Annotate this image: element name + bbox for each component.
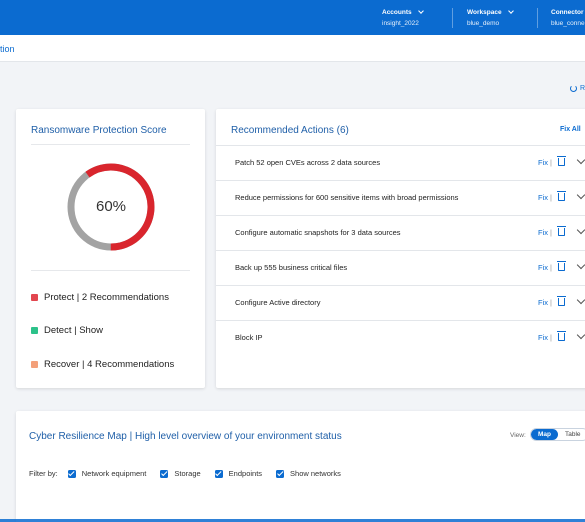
filter-text: Network equipment bbox=[81, 469, 147, 478]
actions-list: Patch 52 open CVEs across 2 data sources… bbox=[216, 145, 585, 355]
chevron-down-icon[interactable] bbox=[576, 190, 585, 200]
legend-protect[interactable]: Protect | 2 Recommendations bbox=[31, 292, 169, 303]
fix-label[interactable]: Fix bbox=[538, 158, 548, 167]
divider bbox=[31, 144, 190, 145]
cyber-resilience-map-card: Cyber Resilience Map | High level overvi… bbox=[16, 411, 585, 522]
checkbox-checked-icon[interactable] bbox=[160, 469, 169, 478]
header-divider bbox=[452, 8, 453, 28]
chevron-down-icon[interactable] bbox=[576, 225, 585, 235]
action-text: Back up 555 business critical files bbox=[235, 263, 348, 272]
protect-color-swatch bbox=[31, 294, 38, 301]
view-map-button[interactable]: Map bbox=[531, 429, 558, 440]
divider bbox=[31, 270, 190, 271]
trash-icon[interactable] bbox=[557, 156, 566, 166]
separator: | bbox=[550, 298, 552, 307]
trash-icon[interactable] bbox=[557, 226, 566, 236]
fix-all-button[interactable]: Fix All bbox=[560, 126, 581, 133]
filter-text: Show networks bbox=[290, 469, 341, 478]
action-row[interactable]: Configure Active directory Fix | bbox=[216, 285, 585, 320]
trash-icon[interactable] bbox=[557, 191, 566, 201]
view-toggle[interactable]: Map Table bbox=[530, 428, 585, 441]
actions-card-title: Recommended Actions (6) bbox=[231, 125, 349, 136]
view-label: View: bbox=[510, 432, 526, 439]
fix-label[interactable]: Fix bbox=[538, 333, 548, 342]
action-row[interactable]: Block IP Fix | bbox=[216, 320, 585, 355]
legend-recover[interactable]: Recover | 4 Recommendations bbox=[31, 359, 174, 370]
chevron-down-icon[interactable] bbox=[576, 295, 585, 305]
chevron-down-icon bbox=[507, 8, 514, 14]
map-card-title: Cyber Resilience Map | High level overvi… bbox=[29, 431, 342, 442]
fix-label[interactable]: Fix bbox=[538, 193, 548, 202]
workspace-label: Workspace bbox=[467, 9, 502, 16]
fix-link[interactable]: Fix | bbox=[538, 333, 554, 342]
filter-storage[interactable]: Storage bbox=[160, 469, 201, 478]
action-text: Patch 52 open CVEs across 2 data sources bbox=[235, 158, 381, 167]
fix-link[interactable]: Fix | bbox=[538, 158, 554, 167]
action-row[interactable]: Reduce permissions for 600 sensitive ite… bbox=[216, 180, 585, 215]
trash-icon[interactable] bbox=[557, 331, 566, 341]
action-text: Reduce permissions for 600 sensitive ite… bbox=[235, 193, 459, 202]
action-row[interactable]: Back up 555 business critical files Fix | bbox=[216, 250, 585, 285]
checkbox-checked-icon[interactable] bbox=[214, 469, 223, 478]
fix-label[interactable]: Fix bbox=[538, 228, 548, 237]
accounts-value: insight_2022 bbox=[382, 20, 419, 27]
fix-link[interactable]: Fix | bbox=[538, 298, 554, 307]
connector-label: Connector bbox=[551, 9, 584, 16]
view-table-button[interactable]: Table bbox=[558, 429, 585, 440]
score-percent: 60% bbox=[95, 198, 127, 215]
filter-network-equipment[interactable]: Network equipment bbox=[67, 469, 147, 478]
score-card-title: Ransomware Protection Score bbox=[31, 125, 167, 136]
separator: | bbox=[550, 158, 552, 167]
top-header-bar: Accounts insight_2022 Workspace blue_dem… bbox=[0, 0, 585, 35]
ransomware-score-card: Ransomware Protection Score 60% Protect … bbox=[16, 109, 205, 388]
fix-label[interactable]: Fix bbox=[538, 263, 548, 272]
checkbox-checked-icon[interactable] bbox=[276, 469, 285, 478]
breadcrumb[interactable]: tion bbox=[0, 44, 15, 54]
legend-detect[interactable]: Detect | Show bbox=[31, 325, 103, 336]
chevron-down-icon[interactable] bbox=[576, 260, 585, 270]
refresh-icon bbox=[569, 85, 577, 92]
header-divider bbox=[537, 8, 538, 28]
fix-link[interactable]: Fix | bbox=[538, 193, 554, 202]
recover-color-swatch bbox=[31, 361, 38, 368]
refresh-button[interactable]: R bbox=[569, 85, 585, 92]
chevron-down-icon bbox=[417, 8, 424, 14]
filter-text: Storage bbox=[174, 469, 201, 478]
detect-color-swatch bbox=[31, 327, 38, 334]
accounts-selector[interactable]: Accounts insight_2022 bbox=[382, 7, 424, 29]
separator: | bbox=[550, 228, 552, 237]
fix-link[interactable]: Fix | bbox=[538, 263, 554, 272]
filter-label: Filter by: bbox=[29, 469, 58, 478]
action-row[interactable]: Configure automatic snapshots for 3 data… bbox=[216, 215, 585, 250]
workspace-value: blue_demo bbox=[467, 20, 500, 27]
legend-label: Detect | Show bbox=[44, 325, 103, 336]
legend-label: Recover | 4 Recommendations bbox=[44, 359, 175, 370]
filter-endpoints[interactable]: Endpoints bbox=[214, 469, 263, 478]
action-text: Configure automatic snapshots for 3 data… bbox=[235, 228, 401, 237]
chevron-down-icon[interactable] bbox=[576, 155, 585, 165]
connector-selector[interactable]: Connector blue_conne bbox=[551, 7, 585, 29]
separator: | bbox=[550, 333, 552, 342]
legend-label: Protect | 2 Recommendations bbox=[44, 292, 169, 303]
action-row[interactable]: Patch 52 open CVEs across 2 data sources… bbox=[216, 145, 585, 180]
trash-icon[interactable] bbox=[557, 261, 566, 271]
fix-label[interactable]: Fix bbox=[538, 298, 548, 307]
recommended-actions-card: Recommended Actions (6) Fix All Patch 52… bbox=[216, 109, 585, 388]
filter-bar: Filter by: Network equipment Storage End… bbox=[29, 469, 355, 478]
sub-header: tion bbox=[0, 35, 585, 62]
workspace-selector[interactable]: Workspace blue_demo bbox=[467, 7, 514, 29]
connector-value: blue_conne bbox=[551, 20, 585, 27]
separator: | bbox=[550, 263, 552, 272]
trash-icon[interactable] bbox=[557, 296, 566, 306]
accounts-label: Accounts bbox=[382, 9, 412, 16]
action-text: Configure Active directory bbox=[235, 298, 321, 307]
refresh-label: R bbox=[579, 85, 585, 92]
chevron-down-icon[interactable] bbox=[576, 330, 585, 340]
checkbox-checked-icon[interactable] bbox=[67, 469, 76, 478]
filter-show-networks[interactable]: Show networks bbox=[276, 469, 341, 478]
filter-text: Endpoints bbox=[228, 469, 263, 478]
separator: | bbox=[550, 193, 552, 202]
fix-link[interactable]: Fix | bbox=[538, 228, 554, 237]
action-text: Block IP bbox=[235, 333, 263, 342]
